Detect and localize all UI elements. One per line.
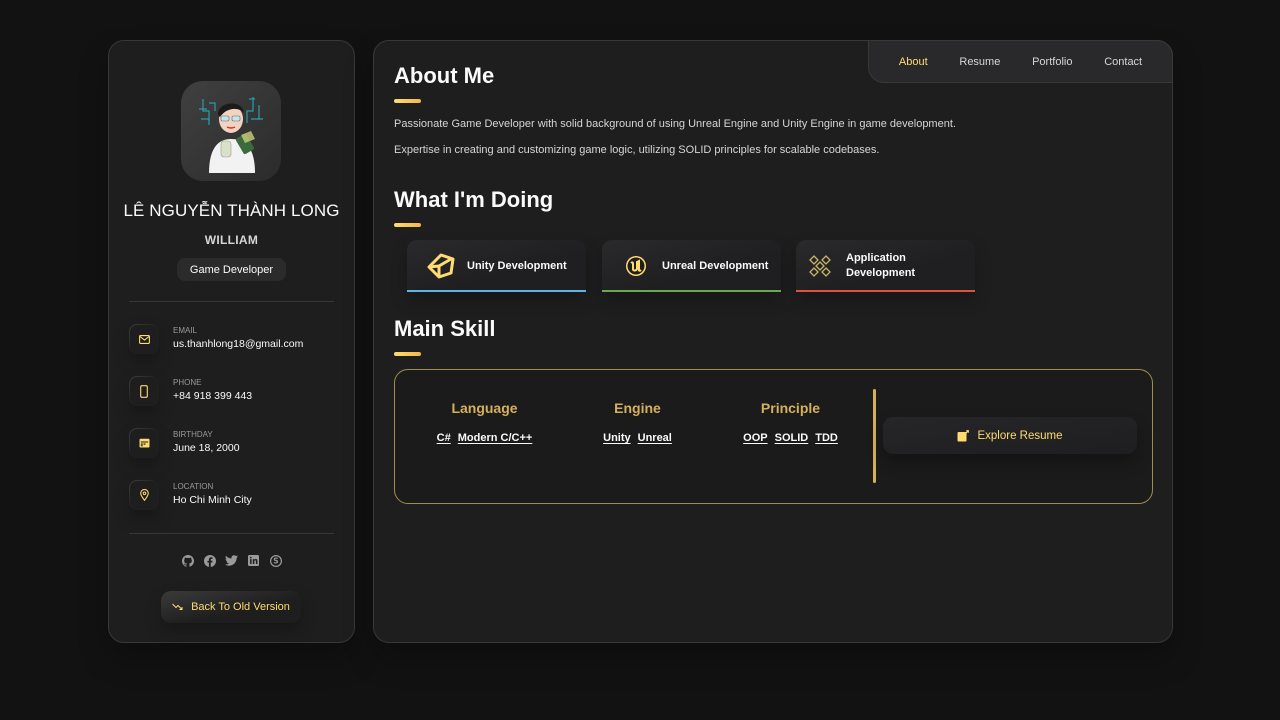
- service-card-application: Application Development: [796, 240, 975, 292]
- linkedin-icon[interactable]: [247, 554, 260, 567]
- skill-group-language: Language C# Modern C/C++: [408, 400, 561, 444]
- skill-tag[interactable]: C#: [437, 432, 451, 444]
- edit-icon: [957, 429, 970, 441]
- skill-group-engine: Engine Unity Unreal: [561, 400, 714, 444]
- contact-item-email: EMAIL us.thanhlong18@gmail.com: [129, 324, 303, 354]
- service-underline: [796, 290, 975, 292]
- skype-icon[interactable]: S: [269, 554, 282, 567]
- back-to-old-version-button[interactable]: Back To Old Version: [161, 591, 301, 623]
- birthday-value: June 18, 2000: [173, 442, 240, 454]
- title-underline: [394, 352, 421, 356]
- email-link[interactable]: us.thanhlong18@gmail.com: [173, 338, 303, 350]
- skill-heading: Engine: [614, 400, 661, 416]
- title-underline: [394, 99, 421, 103]
- github-icon[interactable]: [181, 554, 194, 567]
- phone-link[interactable]: +84 918 399 443: [173, 390, 252, 402]
- skill-heading: Principle: [760, 400, 821, 416]
- twitter-icon[interactable]: [225, 554, 238, 567]
- skill-group-principle: Principle OOP SOLID TDD: [714, 400, 867, 444]
- application-icon: [806, 252, 834, 280]
- avatar-illustration-icon: [199, 97, 263, 173]
- svg-text:S: S: [273, 556, 278, 565]
- calendar-icon: [129, 428, 159, 458]
- main-content: About Resume Portfolio Contact About Me …: [373, 40, 1173, 643]
- doing-title: What I'm Doing: [394, 187, 554, 212]
- mail-icon: [129, 324, 159, 354]
- service-underline: [407, 290, 586, 292]
- contact-item-birthday: BIRTHDAY June 18, 2000: [129, 428, 240, 458]
- contact-label: EMAIL: [173, 326, 198, 335]
- unity-icon: [427, 252, 455, 280]
- profile-nickname: WILLIAM: [204, 233, 259, 247]
- contact-label: LOCATION: [173, 482, 214, 491]
- unreal-icon: [622, 252, 650, 280]
- contact-label: BIRTHDAY: [173, 430, 213, 439]
- phone-icon: [129, 376, 159, 406]
- service-underline: [602, 290, 781, 292]
- profile-title-badge: Game Developer: [177, 258, 286, 281]
- location-icon: [129, 480, 159, 510]
- skill-tag[interactable]: SOLID: [775, 432, 809, 444]
- skill-box: Language C# Modern C/C++ Engine Unity Un…: [394, 369, 1153, 504]
- title-underline: [394, 223, 421, 227]
- about-title: About Me: [394, 63, 495, 88]
- about-paragraph: Expertise in creating and customizing ga…: [394, 144, 880, 156]
- contact-label: PHONE: [173, 378, 202, 387]
- social-links: S: [109, 554, 354, 567]
- facebook-icon[interactable]: [203, 554, 216, 567]
- explore-resume-label: Explore Resume: [977, 429, 1063, 442]
- skill-tag[interactable]: Unreal: [638, 432, 672, 444]
- trending-down-icon: [172, 603, 183, 610]
- service-label: Application Development: [846, 252, 916, 279]
- service-card-unity: Unity Development: [407, 240, 586, 292]
- nav-contact[interactable]: Contact: [1104, 56, 1142, 68]
- nav-resume[interactable]: Resume: [959, 56, 1000, 68]
- skill-tag[interactable]: OOP: [743, 432, 767, 444]
- avatar: [181, 81, 281, 181]
- back-to-old-version-label: Back To Old Version: [191, 601, 290, 613]
- nav-about[interactable]: About: [899, 56, 928, 68]
- service-label: Unreal Development: [662, 259, 769, 272]
- skill-title: Main Skill: [394, 316, 496, 341]
- skill-divider: [873, 389, 876, 483]
- explore-resume-button[interactable]: Explore Resume: [883, 417, 1137, 454]
- contact-item-phone: PHONE +84 918 399 443: [129, 376, 252, 406]
- skill-tag[interactable]: Unity: [603, 432, 631, 444]
- skill-tag[interactable]: Modern C/C++: [458, 432, 533, 444]
- profile-name: LÊ NGUYỄN THÀNH LONG: [123, 201, 340, 220]
- about-paragraph: Passionate Game Developer with solid bac…: [394, 118, 956, 130]
- nav-portfolio[interactable]: Portfolio: [1032, 56, 1072, 68]
- service-card-unreal: Unreal Development: [602, 240, 781, 292]
- separator: [129, 533, 334, 534]
- contact-item-location: LOCATION Ho Chi Minh City: [129, 480, 252, 510]
- skill-tag[interactable]: TDD: [815, 432, 838, 444]
- navbar: About Resume Portfolio Contact: [868, 40, 1173, 83]
- service-label: Unity Development: [467, 259, 567, 272]
- location-value: Ho Chi Minh City: [173, 494, 252, 506]
- sidebar: LÊ NGUYỄN THÀNH LONG WILLIAM Game Develo…: [108, 40, 355, 643]
- separator: [129, 301, 334, 302]
- skill-heading: Language: [451, 400, 518, 416]
